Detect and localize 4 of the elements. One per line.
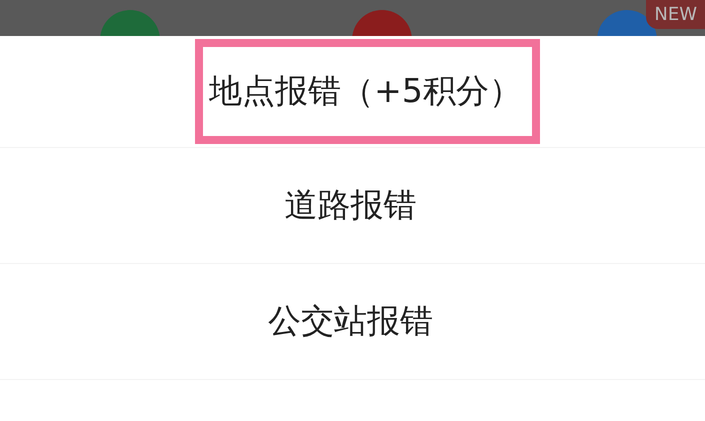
new-badge: NEW [646,0,705,29]
menu-item[interactable]: 道路报错 [270,153,434,258]
menu-item[interactable]: 公交站报错 [254,269,451,374]
menu-item[interactable]: 地点报错（+5积分） [195,39,540,144]
